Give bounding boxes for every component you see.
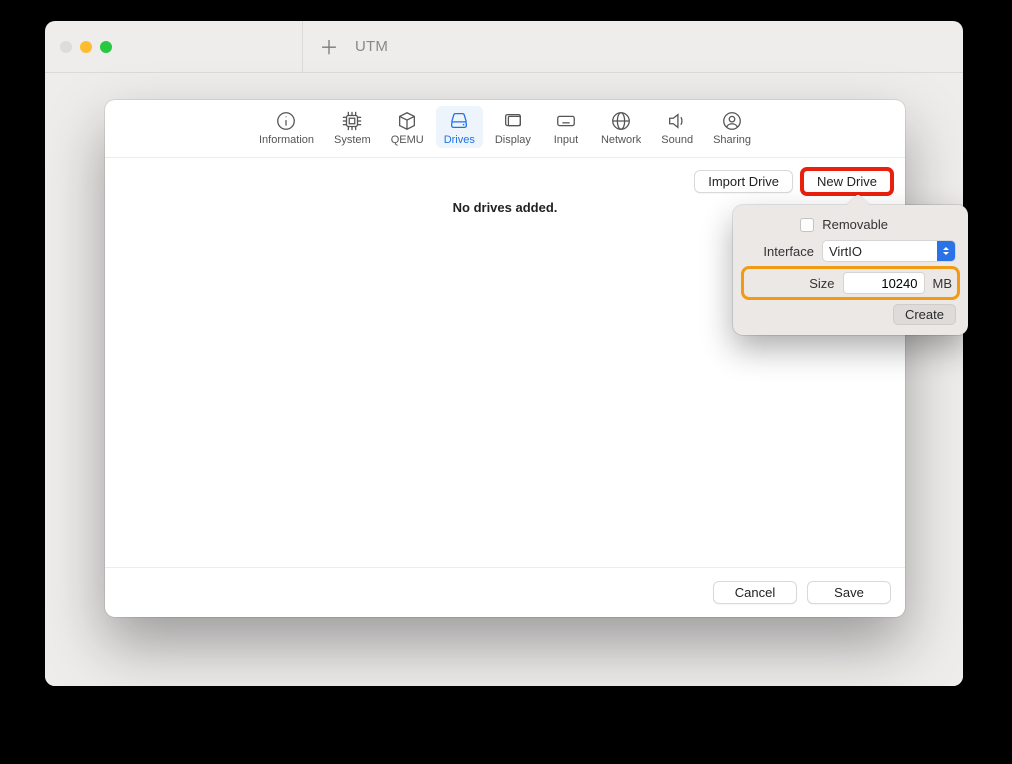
tab-label: QEMU	[391, 134, 424, 146]
sheet-footer: Cancel Save	[105, 567, 905, 617]
plus-icon: ＋	[319, 33, 338, 60]
zoom-window-button[interactable]	[100, 41, 112, 53]
display-icon	[502, 110, 524, 132]
interface-label: Interface	[763, 244, 814, 259]
speaker-icon	[666, 110, 688, 132]
tab-label: Drives	[444, 134, 475, 146]
removable-label: Removable	[822, 217, 888, 232]
tab-information[interactable]: Information	[251, 106, 322, 148]
person-icon	[721, 110, 743, 132]
cube-icon	[396, 110, 418, 132]
tab-label: Input	[554, 134, 578, 146]
add-button[interactable]: ＋	[317, 35, 341, 59]
interface-row: Interface VirtIO	[745, 240, 956, 262]
interface-select[interactable]: VirtIO	[822, 240, 956, 262]
new-drive-popover: Removable Interface VirtIO Size MB Creat…	[733, 205, 968, 335]
drive-icon	[448, 110, 470, 132]
chevron-updown-icon	[937, 241, 955, 261]
annotation-highlight-red: New Drive	[803, 170, 891, 193]
drive-actions: Import Drive New Drive	[694, 170, 891, 193]
window-controls	[45, 41, 112, 53]
tab-sound[interactable]: Sound	[653, 106, 701, 148]
size-label: Size	[809, 276, 834, 291]
interface-value: VirtIO	[829, 244, 862, 259]
save-button[interactable]: Save	[807, 581, 891, 604]
tab-system[interactable]: System	[326, 106, 379, 148]
tab-sharing[interactable]: Sharing	[705, 106, 759, 148]
titlebar: ＋ UTM	[45, 21, 963, 73]
tab-qemu[interactable]: QEMU	[383, 106, 432, 148]
tab-label: System	[334, 134, 371, 146]
cpu-icon	[341, 110, 363, 132]
minimize-window-button[interactable]	[80, 41, 92, 53]
tab-label: Sound	[661, 134, 693, 146]
settings-tabbar: Information System QEMU Drives Display	[105, 100, 905, 158]
settings-sheet: Information System QEMU Drives Display	[105, 100, 905, 617]
import-drive-button[interactable]: Import Drive	[694, 170, 793, 193]
keyboard-icon	[555, 110, 577, 132]
tab-label: Information	[259, 134, 314, 146]
size-input[interactable]	[843, 272, 925, 294]
size-unit: MB	[933, 276, 953, 291]
close-window-button[interactable]	[60, 41, 72, 53]
tab-drives[interactable]: Drives	[436, 106, 483, 148]
new-drive-button[interactable]: New Drive	[803, 170, 891, 193]
create-button[interactable]: Create	[893, 304, 956, 325]
annotation-highlight-orange: Size MB	[745, 270, 956, 296]
cancel-button[interactable]: Cancel	[713, 581, 797, 604]
globe-icon	[610, 110, 632, 132]
removable-row: Removable	[745, 217, 956, 232]
info-icon	[275, 110, 297, 132]
tab-network[interactable]: Network	[593, 106, 649, 148]
tab-input[interactable]: Input	[543, 106, 589, 148]
app-title: UTM	[355, 38, 388, 55]
titlebar-divider	[302, 21, 303, 72]
tab-label: Display	[495, 134, 531, 146]
tab-label: Sharing	[713, 134, 751, 146]
removable-checkbox[interactable]	[800, 218, 814, 232]
create-row: Create	[745, 304, 956, 325]
tab-display[interactable]: Display	[487, 106, 539, 148]
tab-label: Network	[601, 134, 641, 146]
